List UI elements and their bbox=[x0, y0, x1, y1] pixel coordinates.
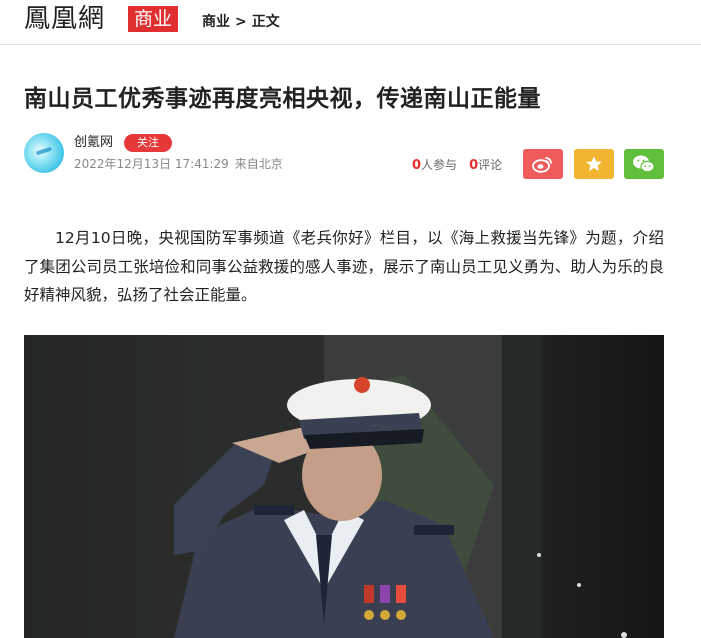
follow-button[interactable]: 关注 bbox=[124, 134, 172, 152]
comments-count: 0 bbox=[469, 158, 479, 173]
breadcrumb: 商业 > 正文 bbox=[202, 12, 280, 32]
participants-counter[interactable]: 0人参与 bbox=[412, 157, 457, 174]
participants-label: 人参与 bbox=[421, 158, 458, 172]
breadcrumb-separator: > bbox=[235, 14, 247, 30]
participants-count: 0 bbox=[412, 158, 422, 173]
share-weibo-button[interactable] bbox=[523, 149, 563, 179]
site-header: 鳳凰網 商业 商业 > 正文 bbox=[0, 0, 701, 45]
channel-badge[interactable]: 商业 bbox=[128, 6, 179, 32]
comments-counter[interactable]: 0评论 bbox=[469, 157, 502, 174]
article-title: 南山员工优秀事迹再度亮相央视，传递南山正能量 bbox=[24, 86, 541, 112]
article-paragraph: 12月10日晚，央视国防军事频道《老兵你好》栏目，以《海上救援当先锋》为题，介绍… bbox=[24, 229, 664, 304]
logo-text: 鳳凰網 bbox=[24, 4, 106, 34]
favorite-button[interactable] bbox=[574, 149, 614, 179]
breadcrumb-item-current: 正文 bbox=[251, 14, 280, 30]
site-logo[interactable]: 鳳凰網 bbox=[24, 2, 105, 36]
wechat-icon bbox=[632, 154, 656, 174]
author-name[interactable]: 创氪网 bbox=[74, 134, 113, 152]
comments-label: 评论 bbox=[478, 158, 503, 172]
engagement-counters: 0人参与 0评论 bbox=[412, 157, 502, 174]
avatar[interactable] bbox=[24, 133, 64, 173]
article-photo bbox=[24, 335, 664, 638]
publish-time: 2022年12月13日 17:41:29 bbox=[74, 157, 229, 171]
share-wechat-button[interactable] bbox=[624, 149, 664, 179]
breadcrumb-item-channel[interactable]: 商业 bbox=[202, 12, 230, 32]
article-meta: 2022年12月13日 17:41:29 来自北京 bbox=[74, 156, 283, 172]
star-icon bbox=[585, 155, 603, 173]
weibo-icon bbox=[532, 155, 554, 173]
article-source: 来自北京 bbox=[234, 157, 283, 171]
